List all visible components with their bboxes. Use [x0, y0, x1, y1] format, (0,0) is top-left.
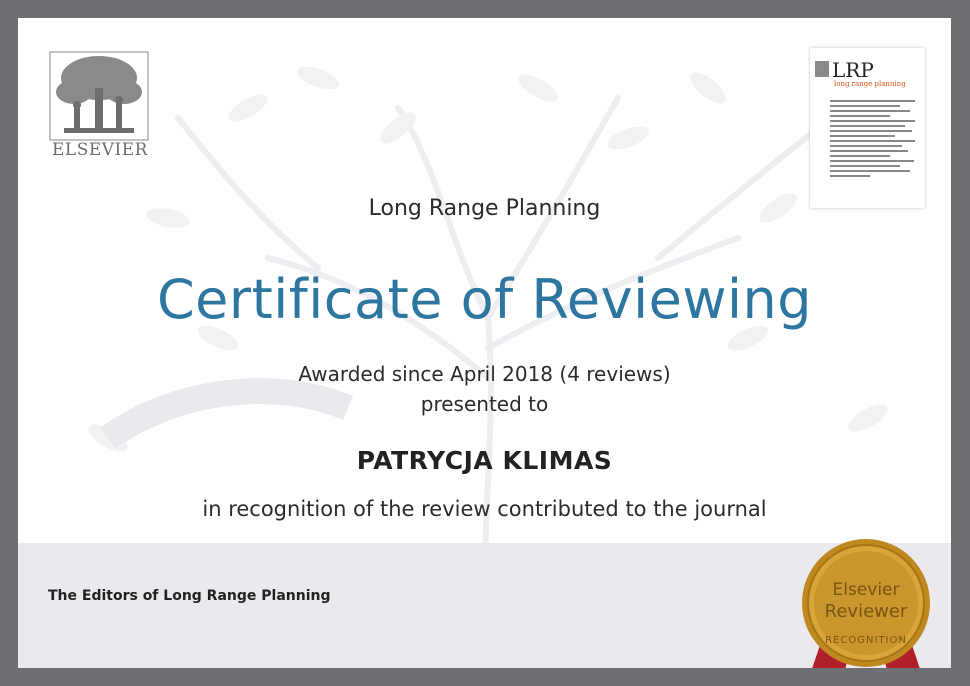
awarded-line: Awarded since April 2018 (4 reviews): [298, 362, 671, 386]
certificate-page: ELSEVIER LRP long range planning Long Ra…: [18, 18, 951, 668]
seal-line1: Elsevier: [832, 580, 899, 600]
journal-cover-name: long range planning: [834, 80, 906, 88]
seal-line2: Reviewer: [825, 601, 908, 622]
journal-title: Long Range Planning: [368, 196, 601, 221]
certificate-title: Certificate of Reviewing: [156, 268, 813, 331]
presented-line: presented to: [420, 392, 549, 416]
cover-contents-lines: [830, 100, 920, 180]
recognition-line: in recognition of the review contributed…: [202, 497, 767, 521]
journal-cover-thumbnail: LRP long range planning: [810, 48, 925, 208]
publisher-name: ELSEVIER: [52, 140, 148, 160]
seal-arc-text: RECOGNITION: [825, 635, 907, 646]
elsevier-mini-logo-icon: [815, 61, 829, 77]
editors-signature: The Editors of Long Range Planning: [48, 588, 331, 604]
reviewer-seal-icon: Elsevier Reviewer RECOGNITION: [802, 539, 930, 668]
journal-abbreviation: LRP: [832, 58, 874, 82]
recipient-name: PATRYCJA KLIMAS: [356, 446, 613, 475]
